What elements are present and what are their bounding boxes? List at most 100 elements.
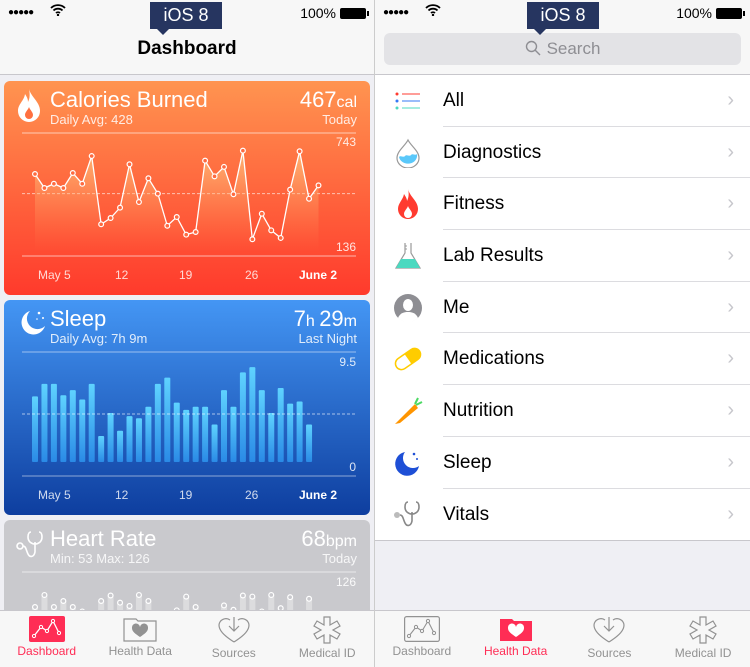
list-item-fitness[interactable]: Fitness ›	[375, 178, 750, 230]
list-item-sleep[interactable]: Sleep ›	[375, 437, 750, 489]
y-max-label: 743	[336, 135, 356, 149]
x-label: 19	[179, 488, 193, 502]
tab-label: Medical ID	[674, 646, 732, 660]
y-max-label: 126	[336, 575, 356, 589]
x-label: June 2	[299, 268, 338, 282]
data-point	[192, 604, 199, 611]
sleep-bar	[107, 413, 114, 462]
data-point	[239, 592, 246, 599]
calories-card[interactable]: Calories Burned Daily Avg: 428 467cal To…	[4, 81, 370, 295]
data-point	[69, 170, 76, 177]
battery-percent: 100%	[300, 5, 336, 21]
sleep-bar	[230, 406, 237, 462]
person-icon	[394, 293, 422, 322]
sleep-bar	[211, 424, 218, 462]
sleep-bar	[60, 395, 67, 462]
sleep-bar	[154, 383, 161, 462]
data-point	[249, 236, 256, 243]
dashboard-screen: ●●●●● 100% Dashboard iOS 8 Calories Burn…	[0, 0, 375, 667]
sleep-bar	[173, 402, 180, 462]
tab-bar: Dashboard Health Data Sources Medical ID	[0, 610, 374, 667]
data-point	[41, 591, 48, 598]
sleep-bar	[126, 416, 133, 462]
tab-sources[interactable]: Sources	[563, 611, 657, 667]
x-label: 26	[245, 268, 259, 282]
sleep-bar	[32, 396, 38, 462]
tab-health-data[interactable]: Health Data	[94, 611, 188, 667]
signal-icon: ●●●●●	[383, 7, 409, 18]
tab-medical-id[interactable]: Medical ID	[281, 611, 375, 667]
sources-heart-icon	[593, 617, 625, 643]
chevron-right-icon: ›	[727, 502, 734, 525]
data-point	[154, 190, 161, 197]
list-item-diagnostics[interactable]: Diagnostics ›	[375, 127, 750, 179]
search-input[interactable]: Search	[384, 33, 741, 65]
x-label: 26	[245, 488, 259, 502]
data-point	[98, 597, 105, 604]
chevron-right-icon: ›	[727, 192, 734, 215]
folder-heart-icon	[499, 619, 532, 641]
sleep-bar	[183, 409, 190, 462]
list-icon	[395, 92, 420, 110]
data-point	[126, 161, 133, 168]
list-item-all[interactable]: All ›	[375, 75, 750, 127]
tab-medical-id[interactable]: Medical ID	[656, 611, 750, 667]
tab-dashboard[interactable]: Dashboard	[0, 611, 94, 667]
data-point	[221, 163, 228, 170]
data-point	[107, 215, 114, 222]
tab-sources[interactable]: Sources	[187, 611, 281, 667]
sleep-bar	[258, 390, 265, 462]
tab-label: Medical ID	[298, 646, 356, 660]
battery-icon	[340, 7, 369, 19]
data-point	[268, 227, 275, 234]
chevron-right-icon: ›	[727, 140, 734, 163]
area-fill	[35, 150, 319, 251]
data-point	[287, 594, 294, 601]
list-item-nutrition[interactable]: Nutrition ›	[375, 385, 750, 437]
data-point	[202, 157, 209, 164]
pill-icon	[394, 348, 422, 371]
sleep-bar	[306, 424, 313, 462]
list-item-label: Nutrition	[443, 400, 514, 422]
search-icon	[525, 40, 541, 56]
ios-version-badge: iOS 8	[150, 2, 222, 35]
stethoscope-icon	[394, 500, 420, 526]
data-point	[60, 597, 67, 604]
y-min-label: 136	[336, 240, 356, 254]
data-point	[230, 191, 237, 198]
flask-icon	[394, 243, 422, 269]
list-item-label: Diagnostics	[443, 141, 542, 163]
data-point	[117, 204, 124, 211]
sleep-bar	[249, 367, 256, 462]
chevron-right-icon: ›	[727, 347, 734, 370]
chevron-right-icon: ›	[727, 244, 734, 267]
tab-dashboard[interactable]: Dashboard	[375, 611, 469, 667]
data-point	[50, 604, 57, 611]
moon-icon	[395, 451, 419, 476]
data-point	[277, 234, 284, 241]
list-item-lab-results[interactable]: Lab Results ›	[375, 230, 750, 282]
data-point	[60, 185, 67, 192]
x-label: 12	[115, 488, 129, 502]
list-item-label: Vitals	[443, 503, 490, 525]
sleep-card[interactable]: Sleep Daily Avg: 7h 9m 7h 29m Last Night…	[4, 300, 370, 515]
ios-version-badge: iOS 8	[527, 2, 599, 35]
sleep-chart: 9.50	[22, 351, 356, 477]
tab-bar: Dashboard Health Data Sources Medical ID	[375, 610, 750, 667]
chevron-right-icon: ›	[727, 399, 734, 422]
list-item-label: Fitness	[443, 193, 505, 215]
sleep-bar	[145, 406, 152, 462]
list-item-me[interactable]: Me ›	[375, 282, 750, 334]
data-point	[135, 199, 142, 206]
list-item-vitals[interactable]: Vitals ›	[375, 489, 750, 541]
y-min-label: 0	[349, 460, 356, 474]
calories-chart: 743 136	[22, 132, 356, 257]
list-item-medications[interactable]: Medications ›	[375, 333, 750, 385]
sleep-bar	[287, 403, 294, 462]
data-point	[164, 222, 171, 229]
tab-health-data[interactable]: Health Data	[469, 611, 563, 667]
sleep-bar	[98, 435, 105, 462]
x-label: May 5	[38, 268, 71, 282]
x-label: 12	[115, 268, 129, 282]
list-item-label: Me	[443, 296, 470, 318]
